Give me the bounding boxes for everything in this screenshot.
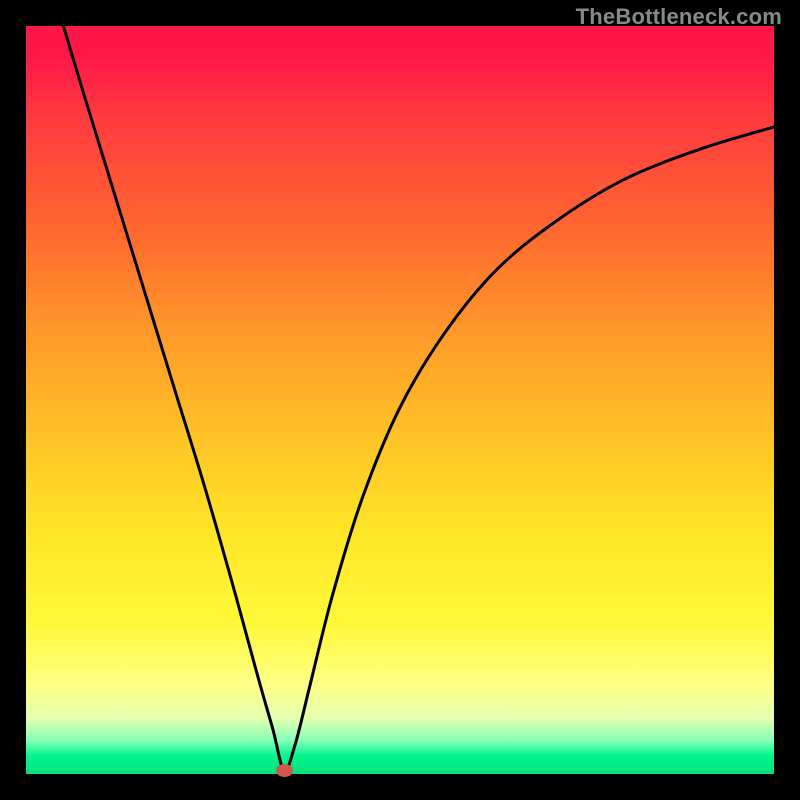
bottleneck-curve bbox=[63, 26, 774, 771]
minimum-marker bbox=[276, 764, 293, 777]
plot-area bbox=[26, 26, 774, 774]
chart-frame: TheBottleneck.com bbox=[0, 0, 800, 800]
curve-svg bbox=[26, 26, 774, 774]
